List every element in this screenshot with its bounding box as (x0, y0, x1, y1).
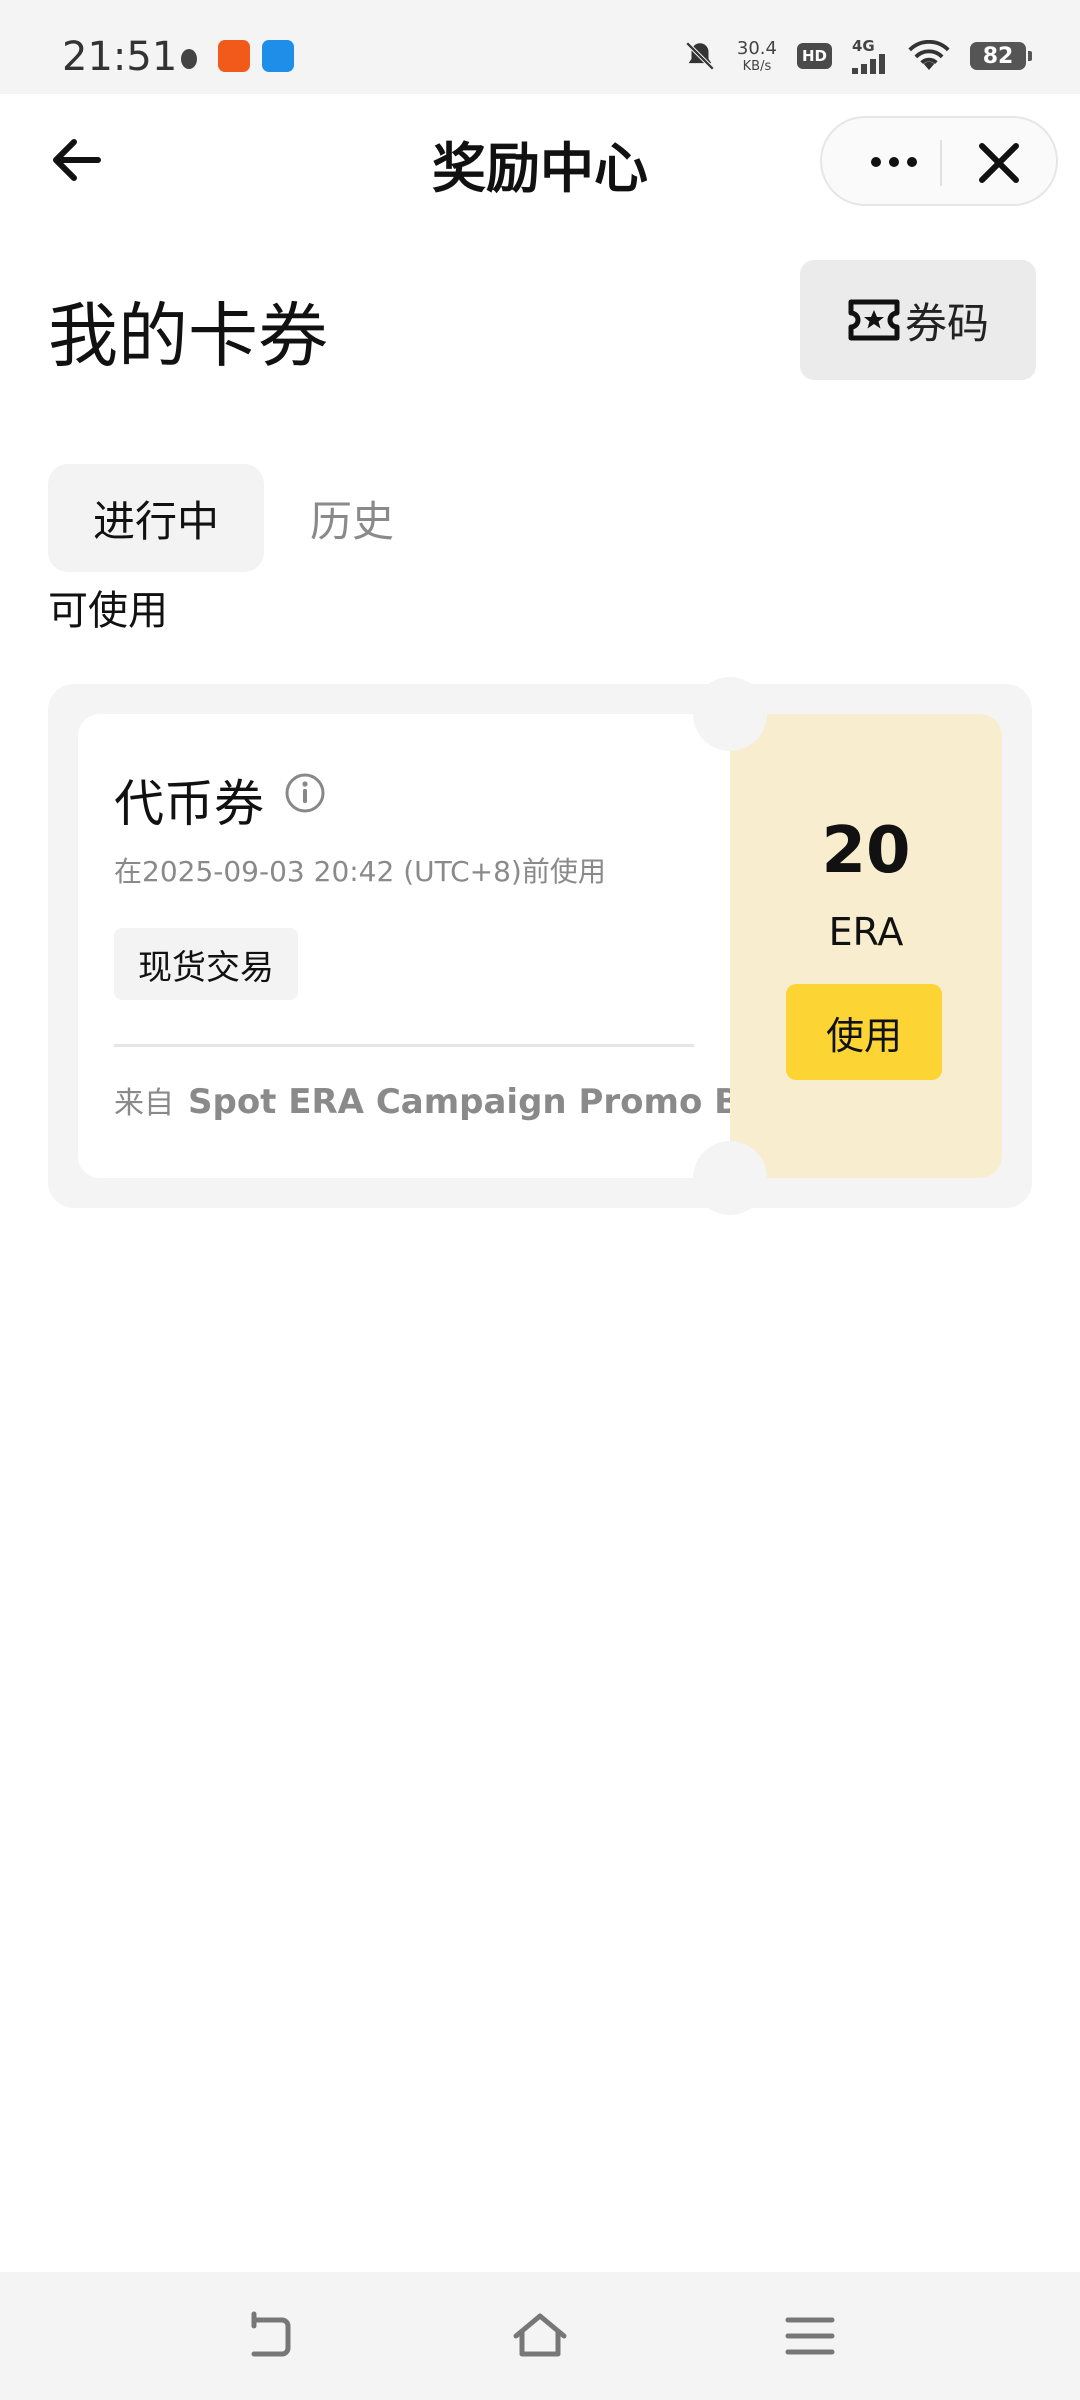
status-indicators: 30.4 KB/s HD 4G 82 (683, 36, 1032, 76)
wifi-icon (908, 40, 950, 70)
more-options-icon[interactable] (858, 140, 930, 184)
status-time: 21:51 (62, 34, 178, 80)
battery-level: 82 (982, 43, 1014, 69)
notification-app-icon (181, 49, 197, 69)
network-type: 4G (852, 36, 875, 55)
ticket-notch-bottom (693, 1141, 767, 1215)
use-coupon-button[interactable]: 使用 (786, 984, 942, 1080)
capsule-divider (940, 140, 942, 186)
coupon-source-prefix: 来自 (114, 1086, 174, 1121)
coupon-source: 来自 Spot ERA Campaign Promo B (114, 1078, 740, 1122)
coupon-name: 代币券 (114, 775, 264, 833)
cellular-signal-icon: 4G (852, 36, 888, 74)
battery-icon: 82 (970, 42, 1032, 70)
close-icon[interactable] (972, 140, 1026, 186)
network-speed-unit: KB/s (742, 58, 772, 74)
kuaishou-app-icon (218, 40, 250, 72)
coupon-amount: 20 (821, 814, 911, 888)
tab-history[interactable]: 历史 (292, 464, 412, 572)
coupon-code-button[interactable]: 券码 (800, 260, 1036, 380)
info-icon[interactable] (284, 772, 326, 814)
page-title: 我的卡券 (48, 295, 328, 377)
section-available-label: 可使用 (48, 588, 168, 634)
mute-bell-icon (685, 41, 715, 71)
coupon-tag: 现货交易 (114, 928, 298, 1000)
coupon-code-label: 券码 (904, 298, 989, 348)
coupon-value-panel: 20 ERA 使用 (730, 714, 1002, 1178)
mini-program-capsule (820, 116, 1058, 206)
coupon-source-name: Spot ERA Campaign Promo B (188, 1082, 741, 1122)
ticket-icon (848, 299, 900, 341)
system-nav-bar (0, 2272, 1080, 2400)
system-back-icon[interactable] (240, 2306, 300, 2366)
hd-badge: HD (796, 43, 832, 69)
coupon-divider (114, 1044, 694, 1047)
coupon-expiry: 在2025-09-03 20:42 (UTC+8)前使用 (114, 855, 606, 888)
system-home-icon[interactable] (510, 2306, 570, 2366)
coupon-card: 代币券 在2025-09-03 20:42 (UTC+8)前使用 现货交易 来自… (48, 677, 1032, 1215)
app-notification-icon (262, 40, 294, 72)
coupon-details: 代币券 在2025-09-03 20:42 (UTC+8)前使用 现货交易 来自… (78, 714, 740, 1178)
network-speed: 30.4 KB/s (736, 37, 777, 74)
ticket-notch-top (693, 677, 767, 751)
status-bar: 21:51 30.4 KB/s HD 4G 82 (0, 0, 1080, 94)
network-speed-value: 30.4 (736, 37, 777, 59)
tab-in-progress[interactable]: 进行中 (48, 464, 264, 572)
coupon-unit: ERA (828, 910, 904, 954)
system-menu-icon[interactable] (780, 2306, 840, 2366)
